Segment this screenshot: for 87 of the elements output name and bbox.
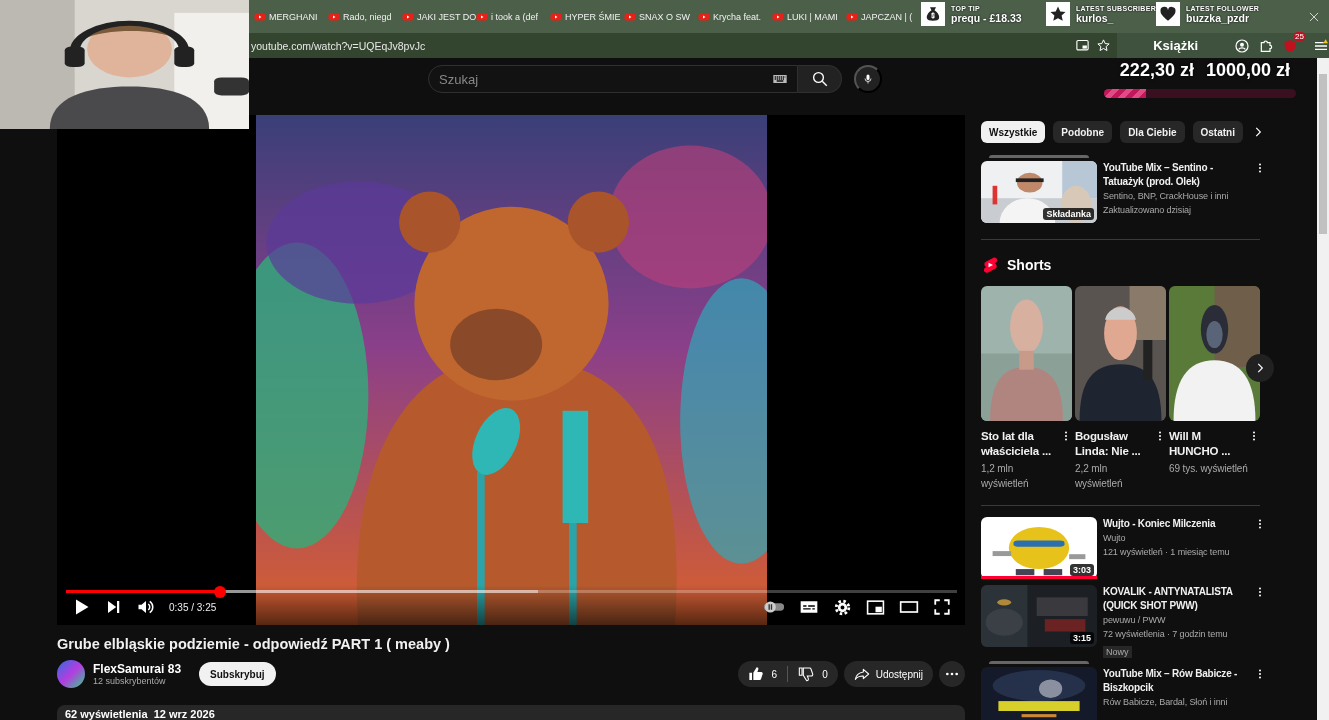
- short-title[interactable]: Will M HUNCHO ...: [1169, 429, 1248, 459]
- subscribe-button[interactable]: Subskrybuj: [199, 662, 276, 686]
- puzzle-icon[interactable]: [1258, 37, 1274, 54]
- search-button[interactable]: [798, 65, 842, 93]
- fullscreen-button[interactable]: [933, 598, 951, 616]
- fullscreen-icon: [933, 598, 951, 616]
- thumbs-down-icon: [798, 666, 815, 682]
- browser-tab[interactable]: Rado, niegd: [328, 10, 402, 23]
- browser-tab[interactable]: JAKI JEST DO: [402, 10, 476, 23]
- video-card[interactable]: Składanka YouTube Mix – Sentino - Tatuażyk (prod. Olek) Sentino, BNP, CrackHouse i inni Zaktualizowano dzisiaj: [981, 161, 1266, 223]
- new-label: Nowy: [1103, 646, 1132, 658]
- video-meta: Rów Babicze, Bardal, Słoń i inni: [1103, 696, 1229, 709]
- video-card[interactable]: 3:03 Wujto - Koniec Milczenia Wujto 121 wyświetleń · 1 miesiąc temu: [981, 517, 1266, 579]
- channel-name[interactable]: FlexSamurai 83: [93, 662, 182, 676]
- video-card[interactable]: YouTube Mix – Rów Babicze - Biszkopcik Rów Babicze, Bardal, Słoń i inni: [981, 667, 1266, 720]
- next-button[interactable]: [1246, 354, 1274, 382]
- video-meta: Zaktualizowano dzisiaj: [1103, 204, 1192, 217]
- short-views: 1,2 mln wyświetleń: [981, 462, 1030, 491]
- settings-button[interactable]: [833, 597, 852, 617]
- like-button[interactable]: 6: [737, 661, 788, 687]
- seek-handle[interactable]: [214, 585, 227, 598]
- short-views: 69 tys. wyświetleń: [1169, 462, 1248, 476]
- share-icon: [853, 666, 870, 682]
- search-field[interactable]: Szukaj: [428, 65, 798, 93]
- subscriber-count: 12 subskrybentów: [93, 676, 167, 686]
- video-stats: 72 wyświetlenia · 7 godzin temu: [1103, 628, 1229, 641]
- miniplayer-button[interactable]: [866, 597, 885, 617]
- filter-chip[interactable]: Dla Ciebie: [1120, 121, 1185, 143]
- video-title[interactable]: YouTube Mix – Rów Babicze - Biszkopcik: [1103, 667, 1248, 695]
- dislike-button[interactable]: 0: [788, 661, 838, 687]
- channel-name[interactable]: Wujto: [1103, 531, 1248, 545]
- channel-name[interactable]: pewuwu / PWW: [1103, 613, 1248, 627]
- settings-icon: [833, 597, 852, 617]
- short-title[interactable]: Sto lat dla właściciela ...: [981, 429, 1060, 459]
- more-button[interactable]: [939, 661, 965, 687]
- short-title[interactable]: Bogusław Linda: Nie ...: [1075, 429, 1154, 459]
- video-title[interactable]: YouTube Mix – Sentino - Tatuażyk (prod. Olek): [1103, 161, 1248, 189]
- filter-chip[interactable]: Podobne: [1053, 121, 1113, 143]
- volume-icon: [137, 598, 155, 616]
- video-card[interactable]: 3:15 KOVALIK - ANTYNATALISTA (QUICK SHOT PWW) pewuwu / PWW 72 wyświetlenia · 7 godzin temu Nowy: [981, 585, 1266, 659]
- share-button[interactable]: Udostępnij: [843, 661, 933, 687]
- screen-icon[interactable]: [1075, 38, 1091, 53]
- extension-button[interactable]: 25: [1282, 31, 1305, 54]
- goal-amount: 222,30 zł: [1119, 60, 1194, 81]
- description-text: 62 wyświetlenia 12 wrz 2026: [65, 708, 215, 720]
- browser-tab[interactable]: SNAX O SW: [624, 10, 698, 23]
- scrollbar-thumb[interactable]: [1319, 74, 1327, 234]
- mic-button[interactable]: [854, 65, 882, 93]
- search-icon: [810, 70, 829, 88]
- video-title: Grube elbląskie podziemie - odpowiedź PART 1 ( meaby ): [57, 636, 451, 652]
- browser-tab[interactable]: JAPCZAN | (: [846, 10, 913, 23]
- address-bar[interactable]: youtube.com/watch?v=UQEqJv8pvJc: [249, 33, 1118, 58]
- shorts-icon: [981, 256, 999, 274]
- video-title[interactable]: Wujto - Koniec Milczenia: [1103, 517, 1248, 531]
- goal-target: 1000,00 zł: [1205, 60, 1290, 81]
- url-text: youtube.com/watch?v=UQEqJv8pvJc: [251, 39, 426, 52]
- duration-badge: 3:15: [1070, 632, 1094, 644]
- shield-icon: [1282, 37, 1298, 54]
- video-stats: 121 wyświetleń · 1 miesiąc temu: [1103, 546, 1231, 559]
- widget-value: prequ - £18.33: [951, 11, 1022, 24]
- video-meta: Sentino, BNP, CrackHouse i inni: [1103, 190, 1230, 203]
- time-display: 0:35 / 3:25: [169, 601, 217, 613]
- badge-count: 25: [1294, 31, 1305, 41]
- channel-avatar[interactable]: [57, 660, 85, 688]
- section-title: Shorts: [1007, 257, 1052, 273]
- browser-tab[interactable]: LUKI | MAMI: [772, 10, 846, 23]
- browser-tab[interactable]: MERGHANI: [254, 10, 328, 23]
- widget-value: kurlos_: [1076, 11, 1115, 24]
- miniplayer-icon: [866, 597, 885, 617]
- playlist-badge: Składanka: [1043, 208, 1094, 220]
- star-icon[interactable]: [1096, 38, 1112, 53]
- widget-value: buzzka_pzdr: [1186, 11, 1251, 24]
- filter-chip[interactable]: Wszystkie: [981, 121, 1046, 143]
- duration-badge: 3:03: [1070, 564, 1094, 576]
- bookmark-item[interactable]: Książki: [1153, 38, 1198, 53]
- volume-button[interactable]: [137, 598, 155, 616]
- filter-chip[interactable]: Ostatni: [1192, 121, 1243, 143]
- browser-tab[interactable]: HYPER ŚMIE: [550, 10, 624, 23]
- thumbs-up-icon: [747, 666, 764, 682]
- profile-icon[interactable]: [1234, 37, 1250, 54]
- browser-tab[interactable]: i took a (def: [476, 10, 550, 23]
- short-views: 2,2 mln wyświetleń: [1075, 462, 1124, 491]
- description-box[interactable]: 62 wyświetlenia 12 wrz 2026: [57, 705, 965, 720]
- scrollbar[interactable]: [1317, 58, 1329, 720]
- video-title[interactable]: KOVALIK - ANTYNATALISTA (QUICK SHOT PWW): [1103, 585, 1248, 613]
- browser-tab[interactable]: Krycha feat.: [698, 10, 772, 23]
- seek-bar[interactable]: [66, 590, 957, 593]
